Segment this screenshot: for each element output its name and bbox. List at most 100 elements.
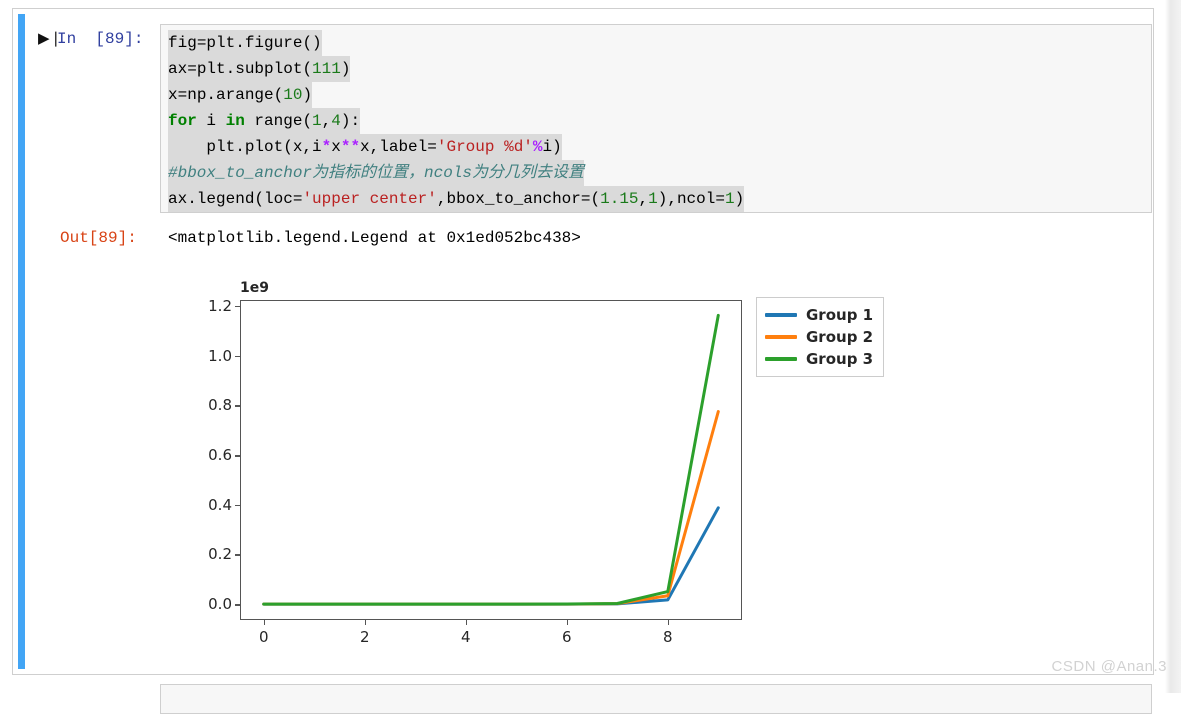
legend-color-swatch [765,313,797,317]
legend-color-swatch [765,335,797,339]
code-token: ( [590,190,601,208]
x-tick-label: 0 [258,628,269,646]
code-token: #bbox_to_anchor为指标的位置，ncols为分几列去设置 [168,164,585,182]
y-tick-label: 1.0 [208,346,232,365]
notebook-page: ▶❘ In [89]: fig=plt.figure() ax=plt.subpl… [0,0,1181,714]
code-token: 1 [648,190,658,208]
y-tick-label: 1.2 [208,296,232,315]
output-repr-text: <matplotlib.legend.Legend at 0x1ed052bc4… [168,229,581,247]
code-token: ax [168,60,188,78]
code-token: np.arange [187,86,274,104]
code-token: in [225,112,245,130]
watermark-text: CSDN @Anan.3 [1051,658,1167,675]
code-line[interactable]: for i in range(1,4): [168,108,361,134]
code-token: plt.subplot [196,60,303,78]
code-token: ,bbox_to_anchor [436,190,581,208]
code-token: x [168,86,178,104]
code-token: ) [734,190,745,208]
code-token: plt.plot(x,i [168,138,322,156]
code-line[interactable]: ax=plt.subplot(111) [168,56,351,82]
code-token: , [638,190,649,208]
code-token: ): [340,112,361,130]
next-notebook-cell[interactable] [160,684,1152,714]
y-tick-mark [235,455,240,457]
legend-entry: Group 3 [765,348,873,370]
y-tick-mark [235,355,240,358]
series-line [264,412,719,604]
legend-label: Group 3 [806,350,874,368]
y-tick-label: 0.2 [208,545,232,564]
code-token: 4 [331,112,341,130]
code-token: 111 [312,60,341,78]
series-line [264,315,719,604]
code-line[interactable]: plt.plot(x,i*x**x,label='Group %d'%i) [168,134,562,160]
code-line[interactable]: x=np.arange(10) [168,82,313,108]
y-tick-label: 0.8 [208,396,232,415]
output-prompt-label: Out[89]: [60,229,137,247]
code-token: , [321,112,332,130]
cell-selected-indicator [18,14,25,669]
x-tick-label: 2 [359,628,370,646]
plot-axes-frame [240,300,742,620]
code-token: x,label [360,138,428,156]
code-token: ) [340,60,351,78]
code-token: 10 [283,86,303,104]
x-tick-mark [364,619,367,625]
code-token: = [580,190,591,208]
code-token: ),ncol [657,190,716,208]
code-token: range [244,112,303,130]
y-tick-label: 0.6 [208,446,232,465]
x-tick-mark [263,619,266,625]
y-tick-mark [235,554,240,556]
y-tick-mark [235,405,240,407]
code-token: ( [273,86,284,104]
code-source[interactable]: fig=plt.figure() ax=plt.subplot(111) x=np.… [168,30,1148,212]
x-tick-label: 6 [561,628,572,646]
code-token: = [177,86,188,104]
code-token: i [196,112,226,130]
x-tick-mark [566,619,569,625]
code-token: 'upper center' [302,190,437,208]
legend-label: Group 1 [806,306,874,324]
code-token: ( [302,60,313,78]
code-token: = [292,190,303,208]
code-line[interactable]: ax.legend(loc='upper center',bbox_to_anc… [168,186,745,212]
y-tick-label: 0.0 [208,595,232,614]
code-line[interactable]: #bbox_to_anchor为指标的位置，ncols为分几列去设置 [168,160,585,186]
code-token: fig [168,34,197,52]
code-line[interactable]: fig=plt.figure() [168,30,322,56]
code-token: 1.15 [600,190,639,208]
series-line [264,508,719,604]
code-token: for [168,112,197,130]
code-token: ** [340,138,361,156]
vertical-scrollbar[interactable] [1165,0,1181,693]
code-token: % [532,138,543,156]
x-tick-label: 4 [460,628,471,646]
y-axis-offset-label: 1e9 [240,280,269,296]
y-tick-label: 0.4 [208,495,232,514]
code-token: ( [302,112,313,130]
code-token: = [427,138,437,156]
input-prompt-label: In [89]: [57,30,144,48]
code-token: 1 [312,112,322,130]
legend-color-swatch [765,357,797,361]
plot-legend: Group 1 Group 2 Group 3 [756,297,885,377]
code-token: = [187,60,197,78]
code-token: = [715,190,725,208]
code-token: ) [302,86,313,104]
y-tick-mark [235,305,240,308]
legend-label: Group 2 [806,328,874,346]
code-token: ax.legend(loc [168,190,293,208]
legend-entry: Group 2 [765,326,873,348]
x-tick-mark [667,619,670,625]
y-tick-mark [235,604,240,606]
code-token: * [321,138,332,156]
code-token: plt.figure [206,34,303,52]
x-tick-label: 8 [662,628,673,646]
matplotlib-figure: 1e9 0.0 0.2 0.4 0.6 0.8 1.0 1.2 02468 Group 1G… [168,262,968,662]
code-token: 'Group %d' [436,138,533,156]
code-token: () [302,34,322,52]
run-cell-icon[interactable]: ▶❘ [38,30,62,48]
x-tick-mark [465,619,468,625]
plot-lines-svg [241,301,741,619]
